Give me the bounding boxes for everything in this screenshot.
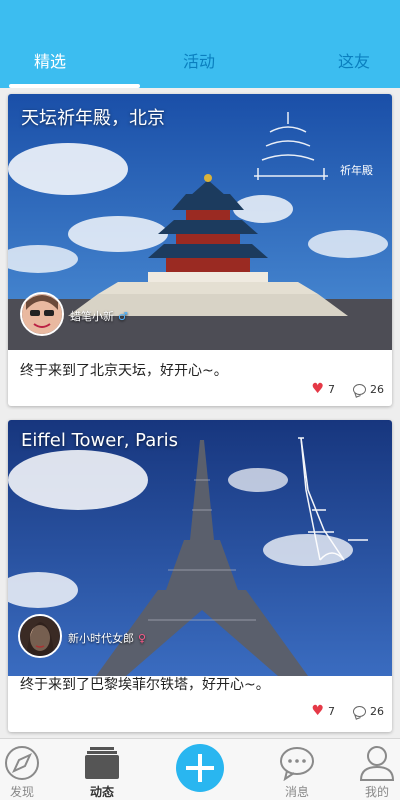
avatar[interactable]	[20, 292, 64, 336]
comment-icon[interactable]	[353, 383, 366, 395]
active-tab-indicator	[9, 84, 140, 88]
post-text: 终于来到了北京天坛，好开心~。	[20, 363, 228, 379]
like-count: 7	[328, 382, 335, 396]
female-icon: ♀	[138, 632, 147, 645]
chat-icon	[280, 747, 314, 781]
user-icon	[359, 746, 395, 781]
heart-icon[interactable]: ♥	[311, 382, 324, 396]
post-card[interactable]: Eiffel Tower, Paris 新小时代女郎 ♀ 终于来到了巴黎埃菲尔铁塔…	[8, 420, 392, 732]
post-photo[interactable]: 祈年殿 天坛祈年殿，北京 蜡笔小新 ♂	[8, 94, 392, 350]
add-post-button[interactable]	[176, 744, 224, 792]
like-count: 7	[328, 704, 335, 718]
male-icon: ♂	[118, 310, 128, 323]
nav-mine[interactable]: 我的	[347, 739, 400, 800]
heart-icon[interactable]: ♥	[311, 704, 324, 718]
post-stats: ♥ 7 26	[311, 704, 384, 718]
stack-icon	[85, 747, 119, 779]
post-card[interactable]: 祈年殿 天坛祈年殿，北京 蜡笔小新 ♂ 终于来到了北京天坛，好开心~。 ♥ 7 2…	[8, 94, 392, 406]
author-name[interactable]: 新小时代女郎 ♀	[68, 630, 146, 646]
tab-activities[interactable]: 活动	[149, 48, 249, 72]
post-stats: ♥ 7 26	[311, 382, 384, 396]
top-tab-bar: 精选 活动 这友	[0, 0, 400, 88]
nav-label: 消息	[284, 785, 309, 799]
comment-icon[interactable]	[353, 705, 366, 717]
post-photo[interactable]: Eiffel Tower, Paris 新小时代女郎 ♀	[8, 420, 392, 676]
photo-watermark: 祈年殿	[340, 163, 373, 177]
nav-discover[interactable]: 发现	[0, 739, 52, 800]
author-name[interactable]: 蜡笔小新 ♂	[70, 308, 128, 324]
plus-icon	[186, 754, 214, 782]
photo-title: Eiffel Tower, Paris	[21, 430, 179, 451]
post-text: 终于来到了巴黎埃菲尔铁塔，好开心~。	[20, 677, 270, 693]
compass-icon	[5, 746, 39, 780]
nav-messages[interactable]: 消息	[267, 739, 327, 800]
tab-featured[interactable]: 精选	[0, 48, 100, 72]
photo-title: 天坛祈年殿，北京	[21, 108, 165, 129]
comment-count: 26	[370, 382, 384, 396]
nav-feed[interactable]: 动态	[72, 739, 132, 800]
nav-label: 我的	[364, 785, 389, 799]
comment-count: 26	[370, 704, 384, 718]
nav-label: 动态	[89, 785, 114, 799]
nav-label: 发现	[9, 785, 34, 799]
avatar[interactable]	[18, 614, 62, 658]
tab-friends[interactable]: 这友	[304, 48, 400, 72]
